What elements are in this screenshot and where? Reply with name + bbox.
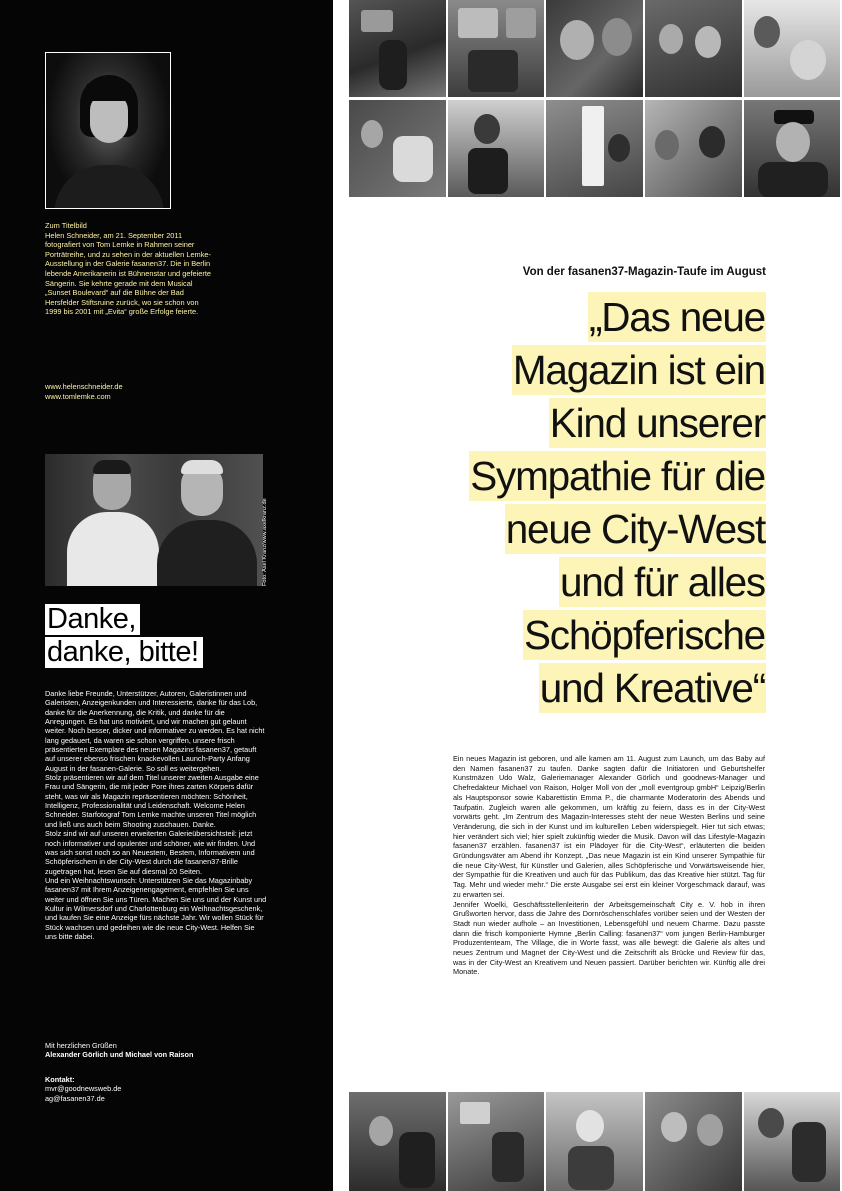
- article-paragraph: Jennifer Woelki, Geschäftsstellenleiteri…: [453, 899, 765, 977]
- event-photo: [349, 1092, 446, 1191]
- event-photo: [448, 100, 544, 197]
- article-body: Ein neues Magazin ist geboren, und alle …: [453, 754, 765, 977]
- link-tomlemke[interactable]: www.tomlemke.com: [45, 392, 123, 402]
- event-photo: [744, 0, 840, 97]
- danke-headline-line: danke, bitte!: [45, 637, 203, 668]
- event-photo: [349, 100, 446, 197]
- danke-paragraph: Stolz präsentieren wir auf dem Titel uns…: [45, 773, 259, 829]
- headline-line: neue City-West: [504, 504, 766, 554]
- contact-block: Kontakt: mvr@goodnewsweb.de ag@fasanen37…: [45, 1075, 268, 1103]
- article-kicker: Von der fasanen37-Magazin-Taufe im Augus…: [522, 266, 766, 278]
- headline-line: Kind unserer: [548, 398, 766, 448]
- event-photo-grid: [349, 0, 842, 197]
- event-photo: [448, 1092, 544, 1191]
- cover-caption-title: Zum Titelbild: [45, 221, 87, 230]
- headline-line: Magazin ist ein: [511, 345, 766, 395]
- signature-names: Alexander Görlich und Michael von Raison: [45, 1050, 194, 1060]
- danke-headline-line: Danke,: [45, 604, 140, 635]
- cover-portrait-photo: [45, 52, 171, 209]
- headline-line: Sympathie für die: [469, 451, 766, 501]
- contact-label: Kontakt:: [45, 1075, 75, 1084]
- article-headline: „Das neue Magazin ist ein Kind unserer S…: [366, 292, 766, 716]
- event-photo: [744, 1092, 840, 1191]
- article-paragraph: Ein neues Magazin ist geboren, und alle …: [453, 754, 765, 899]
- event-photo: [349, 0, 446, 97]
- signature-greeting: Mit herzlichen Grüßen: [45, 1041, 117, 1050]
- event-photo: [546, 0, 643, 97]
- event-photo: [645, 1092, 742, 1191]
- link-helenschneider[interactable]: www.helenschneider.de: [45, 382, 123, 392]
- signature: Mit herzlichen Grüßen Alexander Görlich …: [45, 1041, 268, 1060]
- cover-caption-text: Helen Schneider, am 21. September 2011 f…: [45, 230, 211, 317]
- founders-photo: [45, 454, 263, 586]
- event-photo: [546, 100, 643, 197]
- event-photo-strip: [349, 1092, 842, 1191]
- event-photo: [645, 0, 742, 97]
- event-photo: [645, 100, 742, 197]
- headline-line: „Das neue: [587, 292, 766, 342]
- left-column: Zum Titelbild Helen Schneider, am 21. Se…: [0, 0, 333, 1191]
- danke-paragraph: Danke liebe Freunde, Unterstützer, Autor…: [45, 689, 265, 773]
- event-photo: [744, 100, 840, 197]
- contact-email-mvr[interactable]: mvr@goodnewsweb.de: [45, 1084, 268, 1093]
- headline-line: und Kreative“: [538, 663, 766, 713]
- danke-body: Danke liebe Freunde, Unterstützer, Autor…: [45, 689, 268, 941]
- danke-paragraph: Und ein Weihnachtswunsch: Unterstützen S…: [45, 875, 267, 941]
- web-links: www.helenschneider.de www.tomlemke.com: [45, 382, 123, 401]
- headline-line: Schöpferische: [522, 610, 766, 660]
- event-photo: [546, 1092, 643, 1191]
- danke-paragraph: Stolz sind wir auf unseren erweiterten G…: [45, 829, 256, 876]
- headline-line: und für alles: [558, 557, 766, 607]
- danke-headline: Danke, danke, bitte!: [45, 604, 203, 670]
- contact-email-ag[interactable]: ag@fasanen37.de: [45, 1094, 268, 1103]
- photo-credit: Foto: Axel Kranz/www.axelkranz.de: [262, 498, 268, 586]
- cover-caption: Zum Titelbild Helen Schneider, am 21. Se…: [45, 221, 215, 317]
- event-photo: [448, 0, 544, 97]
